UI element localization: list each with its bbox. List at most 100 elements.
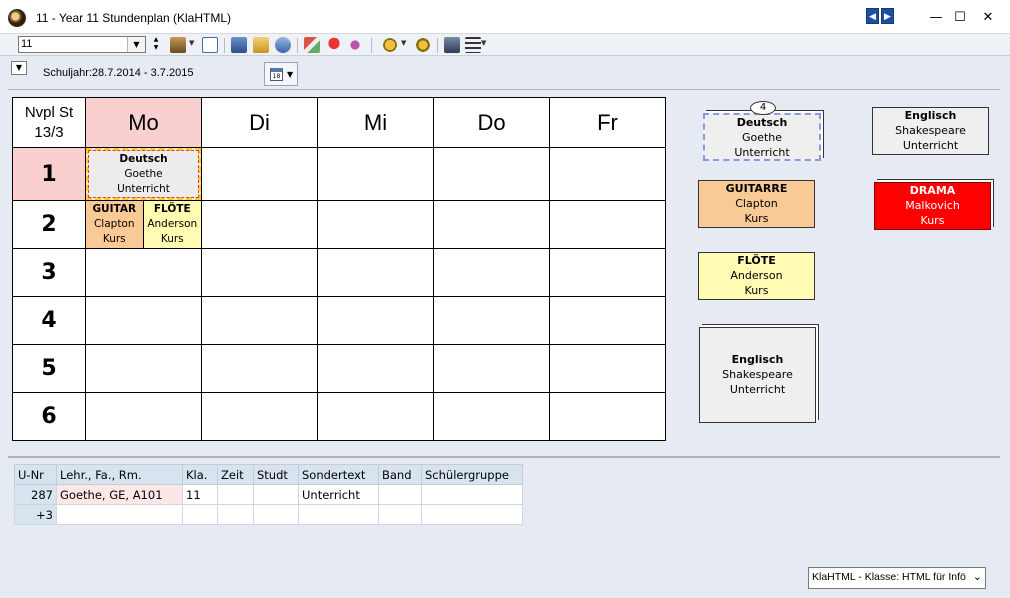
cell-zeit[interactable]: [217, 504, 254, 525]
slot-do-5[interactable]: [433, 344, 550, 393]
export-icon[interactable]: [231, 37, 247, 53]
slot-fr-6[interactable]: [549, 392, 666, 441]
day-header-fr[interactable]: Fr: [549, 97, 666, 148]
slot-di-3[interactable]: [201, 248, 318, 297]
slot-fr-5[interactable]: [549, 344, 666, 393]
chevron-down-icon[interactable]: ▼: [481, 39, 486, 47]
slot-do-3[interactable]: [433, 248, 550, 297]
grid-icon[interactable]: [202, 37, 218, 53]
spin-stepper[interactable]: ▲ ▼: [151, 36, 161, 53]
prev-arrow-icon[interactable]: ◀: [866, 8, 879, 24]
view-format-select[interactable]: KlaHTML - Klasse: HTML für Infö ⌄: [808, 567, 986, 589]
slot-mi-6[interactable]: [317, 392, 434, 441]
slot-mi-5[interactable]: [317, 344, 434, 393]
day-header-mo[interactable]: Mo: [85, 97, 202, 148]
teachers-icon[interactable]: [170, 37, 186, 53]
people-icon[interactable]: [444, 37, 460, 53]
slot-fr-4[interactable]: [549, 296, 666, 345]
undo-icon[interactable]: [275, 37, 291, 53]
cell-lfr[interactable]: Goethe, GE, A101: [56, 484, 183, 505]
col-sondertext[interactable]: Sondertext: [298, 464, 379, 485]
slot-do-6[interactable]: [433, 392, 550, 441]
gear-icon[interactable]: [415, 37, 431, 53]
chevron-down-icon[interactable]: ▼: [11, 61, 27, 75]
slot-mo-6[interactable]: [85, 392, 202, 441]
card-drama[interactable]: DRAMA Malkovich Kurs: [874, 182, 991, 230]
slot-mo-1[interactable]: Deutsch Goethe Unterricht: [85, 147, 202, 201]
next-arrow-icon[interactable]: ▶: [881, 8, 894, 24]
slot-mo-3[interactable]: [85, 248, 202, 297]
slot-mo-4[interactable]: [85, 296, 202, 345]
lesson-deutsch[interactable]: Deutsch Goethe Unterricht: [86, 148, 201, 200]
slot-di-6[interactable]: [201, 392, 318, 441]
day-header-do[interactable]: Do: [433, 97, 550, 148]
cell-studt[interactable]: [253, 504, 299, 525]
slot-fr-1[interactable]: [549, 147, 666, 201]
cell-band[interactable]: [378, 484, 422, 505]
lesson-details-panel: U-Nr Lehr., Fa., Rm. Kla. Zeit Studt Son…: [8, 456, 1000, 558]
card-englisch-large[interactable]: Englisch Shakespeare Unterricht: [699, 327, 816, 423]
slot-mo-2[interactable]: GUITAR Clapton Kurs FLÖTE Anderson Kurs: [85, 200, 202, 249]
cell-kla[interactable]: [182, 504, 218, 525]
settings-icon[interactable]: [382, 37, 398, 53]
chevron-down-icon[interactable]: ▼: [189, 39, 194, 47]
cell-unr[interactable]: 287: [14, 484, 57, 505]
link-icon[interactable]: [347, 37, 363, 53]
split-lesson: GUITAR Clapton Kurs FLÖTE Anderson Kurs: [86, 201, 201, 248]
day-header-mi[interactable]: Mi: [317, 97, 434, 148]
cell-band[interactable]: [378, 504, 422, 525]
slot-di-1[interactable]: [201, 147, 318, 201]
col-schuelergruppe[interactable]: Schülergruppe: [421, 464, 523, 485]
brush-icon[interactable]: [304, 37, 320, 53]
col-band[interactable]: Band: [378, 464, 422, 485]
calendar-button[interactable]: 18 ▼: [264, 62, 298, 86]
cell-studt[interactable]: [253, 484, 299, 505]
cell-sondertext[interactable]: Unterricht: [298, 484, 379, 505]
card-guitarre[interactable]: GUITARRE Clapton Kurs: [698, 180, 815, 228]
slot-do-4[interactable]: [433, 296, 550, 345]
class-select[interactable]: 11 ▼: [18, 36, 146, 53]
cell-zeit[interactable]: [217, 484, 254, 505]
slot-di-2[interactable]: [201, 200, 318, 249]
slot-mo-5[interactable]: [85, 344, 202, 393]
slot-do-1[interactable]: [433, 147, 550, 201]
lesson-guitar[interactable]: GUITAR Clapton Kurs: [86, 201, 144, 248]
card-deutsch[interactable]: Deutsch Goethe Unterricht: [703, 113, 821, 161]
col-kla[interactable]: Kla.: [182, 464, 218, 485]
col-lfr[interactable]: Lehr., Fa., Rm.: [56, 464, 183, 485]
lock-icon[interactable]: [253, 37, 269, 53]
slot-fr-3[interactable]: [549, 248, 666, 297]
table-row[interactable]: 287 Goethe, GE, A101 11 Unterricht: [14, 484, 523, 505]
slot-mi-2[interactable]: [317, 200, 434, 249]
chevron-down-icon[interactable]: ▼: [127, 37, 145, 52]
slot-di-5[interactable]: [201, 344, 318, 393]
card-englisch[interactable]: Englisch Shakespeare Unterricht: [872, 107, 989, 155]
card-flote[interactable]: FLÖTE Anderson Kurs: [698, 252, 815, 300]
col-unr[interactable]: U-Nr: [14, 464, 57, 485]
slot-di-4[interactable]: [201, 296, 318, 345]
lesson-flote[interactable]: FLÖTE Anderson Kurs: [143, 201, 201, 248]
slot-mi-4[interactable]: [317, 296, 434, 345]
list-icon[interactable]: [465, 37, 481, 53]
pin-icon[interactable]: [326, 37, 342, 53]
slot-do-2[interactable]: [433, 200, 550, 249]
cell-lfr[interactable]: [56, 504, 183, 525]
day-header-di[interactable]: Di: [201, 97, 318, 148]
window-nav: ◀ ▶: [866, 8, 894, 24]
cell-kla[interactable]: 11: [182, 484, 218, 505]
cell-gruppe[interactable]: [421, 504, 523, 525]
close-button[interactable]: ✕: [976, 8, 1000, 28]
maximize-button[interactable]: ☐: [948, 8, 972, 28]
toolbar-separator: [437, 38, 438, 53]
table-row[interactable]: +3: [14, 504, 523, 525]
cell-sondertext[interactable]: [298, 504, 379, 525]
cell-unr[interactable]: +3: [14, 504, 57, 525]
col-studt[interactable]: Studt: [253, 464, 299, 485]
slot-fr-2[interactable]: [549, 200, 666, 249]
minimize-button[interactable]: —: [924, 8, 948, 28]
slot-mi-3[interactable]: [317, 248, 434, 297]
slot-mi-1[interactable]: [317, 147, 434, 201]
cell-gruppe[interactable]: [421, 484, 523, 505]
col-zeit[interactable]: Zeit: [217, 464, 254, 485]
chevron-down-icon[interactable]: ▼: [401, 39, 406, 47]
